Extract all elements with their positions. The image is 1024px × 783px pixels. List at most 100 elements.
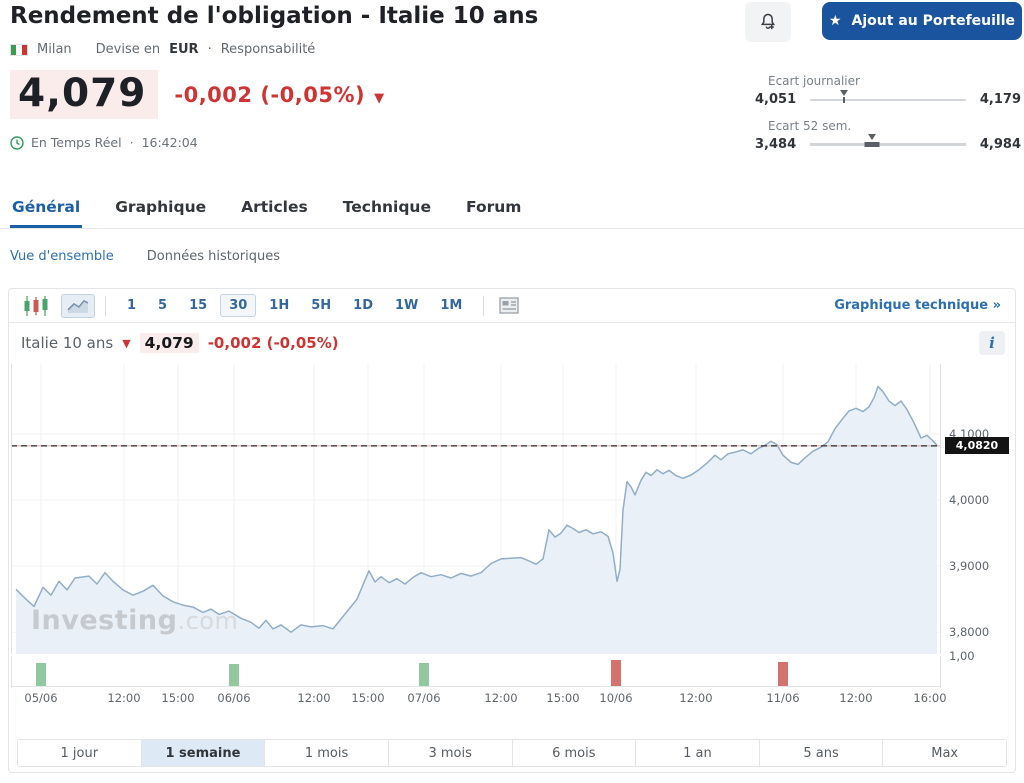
daily-range-row: 4,051 4,179 xyxy=(755,89,1021,107)
y-tick-label: 3,9000 xyxy=(949,559,990,574)
price-change: -0,002 (-0,05%) ▼ xyxy=(174,82,385,107)
period-1-semaine[interactable]: 1 semaine xyxy=(141,740,266,766)
area-chart-icon xyxy=(67,299,89,313)
tab-forum[interactable]: Forum xyxy=(464,196,523,228)
tab-graphique[interactable]: Graphique xyxy=(113,196,208,228)
period-3-mois[interactable]: 3 mois xyxy=(388,740,513,766)
chart-legend: Italie 10 ans ▼ 4,079 -0,002 (-0,05%) xyxy=(21,333,339,353)
price-area-chart[interactable] xyxy=(11,364,941,654)
period-max[interactable]: Max xyxy=(883,740,1006,766)
calendar-icon xyxy=(499,297,520,314)
down-arrow-icon: ▼ xyxy=(374,90,385,106)
period-selector: 1 jour 1 semaine 1 mois 3 mois 6 mois 1 an 5 a… xyxy=(17,739,1007,767)
week52-high: 4,984 xyxy=(979,137,1021,152)
price-axis: 4,1000 4,0000 3,9000 3,8000 4,0820 xyxy=(941,364,1015,654)
period-1-jour[interactable]: 1 jour xyxy=(18,740,142,766)
toolbar-separator xyxy=(105,295,106,316)
bell-plus-icon xyxy=(760,13,776,30)
x-tick-label: 10/06 xyxy=(599,691,633,705)
quote-block: 4,079 -0,002 (-0,05%) ▼ xyxy=(10,70,385,119)
daily-high: 4,179 xyxy=(979,92,1021,107)
timeframe-5h[interactable]: 5H xyxy=(302,294,340,317)
quote-time: 16:42:04 xyxy=(141,135,198,150)
daily-range-track xyxy=(810,89,966,103)
tab-articles[interactable]: Articles xyxy=(239,196,310,228)
x-tick-label: 12:00 xyxy=(679,691,713,705)
x-tick-label: 15:00 xyxy=(161,691,195,705)
daily-range-label: Ecart journalier xyxy=(768,74,860,88)
exchange-label: Milan xyxy=(37,42,72,57)
period-6-mois[interactable]: 6 mois xyxy=(512,740,637,766)
y-tick-label: 3,8000 xyxy=(949,625,990,640)
timeframe-buttons: 1 5 15 30 1H 5H 1D 1W 1M xyxy=(116,294,473,317)
sublink-donn-es-historiques[interactable]: Données historiques xyxy=(147,249,280,264)
week52-range-track xyxy=(810,134,966,147)
timeframe-15[interactable]: 15 xyxy=(180,294,216,317)
x-tick-label: 12:00 xyxy=(484,691,518,705)
chart-info-button[interactable]: i xyxy=(979,331,1005,355)
x-tick-label: 12:00 xyxy=(297,691,331,705)
x-tick-label: 16:00 xyxy=(913,691,947,705)
chart-toolbar: 1 5 15 30 1H 5H 1D 1W 1M Graphique technique » xyxy=(9,289,1015,323)
chart-last-price: 4,079 xyxy=(139,333,199,353)
period-1-an[interactable]: 1 an xyxy=(636,740,760,766)
realtime-label: En Temps Réel xyxy=(31,135,122,150)
events-calendar-button[interactable] xyxy=(494,294,524,317)
sub-navigation: Vue d'ensemble Données historiques xyxy=(10,249,280,264)
page-title: Rendement de l'obligation - Italie 10 an… xyxy=(10,3,539,29)
meta-separator: · xyxy=(207,42,212,57)
timeframe-1d[interactable]: 1D xyxy=(344,294,382,317)
x-tick-label: 05/06 xyxy=(24,691,58,705)
period-1-mois[interactable]: 1 mois xyxy=(265,740,389,766)
week52-low: 3,484 xyxy=(755,137,797,152)
sublink-vue-d-ensemble[interactable]: Vue d'ensemble xyxy=(10,249,114,264)
clock-icon xyxy=(10,135,24,150)
instrument-meta: Milan Devise en EUR · Responsabilité xyxy=(10,42,315,57)
bond-quote-page: Rendement de l'obligation - Italie 10 an… xyxy=(0,0,1024,783)
realtime-status: En Temps Réel · 16:42:04 xyxy=(10,135,198,150)
disclaimer-link[interactable]: Responsabilité xyxy=(221,42,316,57)
volume-bars xyxy=(11,656,941,688)
add-to-portfolio-label: Ajout au Portefeuille xyxy=(851,13,1016,29)
star-icon: ★ xyxy=(828,13,842,29)
range-indicators: Ecart journalier 4,051 4,179 Ecart 52 se… xyxy=(755,74,1021,152)
last-price-tag: 4,0820 xyxy=(945,437,1009,455)
toolbar-separator-2 xyxy=(483,295,485,316)
chevron-right-icon: » xyxy=(992,298,1001,313)
week52-range-label: Ecart 52 sem. xyxy=(768,119,852,133)
x-tick-label: 15:00 xyxy=(546,691,580,705)
timeframe-1w[interactable]: 1W xyxy=(386,294,427,317)
x-tick-label: 11/06 xyxy=(766,691,800,705)
daily-low: 4,051 xyxy=(755,92,797,107)
time-axis: 05/06 12:00 15:00 06/06 12:00 15:00 07/06 12:00… xyxy=(11,691,946,705)
x-tick-label: 12:00 xyxy=(107,691,141,705)
chart-price-change: -0,002 (-0,05%) xyxy=(207,334,339,352)
timeframe-5[interactable]: 5 xyxy=(149,294,176,317)
currency-value[interactable]: EUR xyxy=(169,42,198,57)
italy-flag-icon xyxy=(10,43,28,56)
tab-g-n-ral[interactable]: Général xyxy=(10,196,83,228)
x-tick-label: 07/06 xyxy=(407,691,441,705)
chart-widget: 1 5 15 30 1H 5H 1D 1W 1M Graphique technique » I… xyxy=(8,288,1016,773)
main-tabs: Général Graphique Articles Technique Forum xyxy=(0,196,1024,229)
timeframe-1[interactable]: 1 xyxy=(118,294,145,317)
add-to-portfolio-button[interactable]: ★ Ajout au Portefeuille xyxy=(822,2,1022,40)
area-chart-button[interactable] xyxy=(61,293,95,318)
candlestick-chart-button[interactable] xyxy=(19,293,53,319)
x-tick-label: 06/06 xyxy=(217,691,251,705)
last-price: 4,079 xyxy=(10,70,159,119)
y-tick-label: 4,0000 xyxy=(949,493,990,508)
x-tick-label: 12:00 xyxy=(839,691,873,705)
timeframe-1h[interactable]: 1H xyxy=(260,294,298,317)
currency-label: Devise en xyxy=(95,42,161,57)
week52-range-row: 3,484 4,984 xyxy=(755,134,1021,152)
down-arrow-icon: ▼ xyxy=(122,336,131,350)
volume-axis-label: 1,00 xyxy=(949,649,975,663)
timeframe-30[interactable]: 30 xyxy=(220,294,257,317)
period-5-ans[interactable]: 5 ans xyxy=(759,740,884,766)
tab-technique[interactable]: Technique xyxy=(341,196,433,228)
candlestick-icon xyxy=(24,295,48,316)
create-alert-button[interactable] xyxy=(745,2,791,42)
timeframe-1m[interactable]: 1M xyxy=(431,294,471,317)
technical-chart-link[interactable]: Graphique technique » xyxy=(834,298,1005,313)
